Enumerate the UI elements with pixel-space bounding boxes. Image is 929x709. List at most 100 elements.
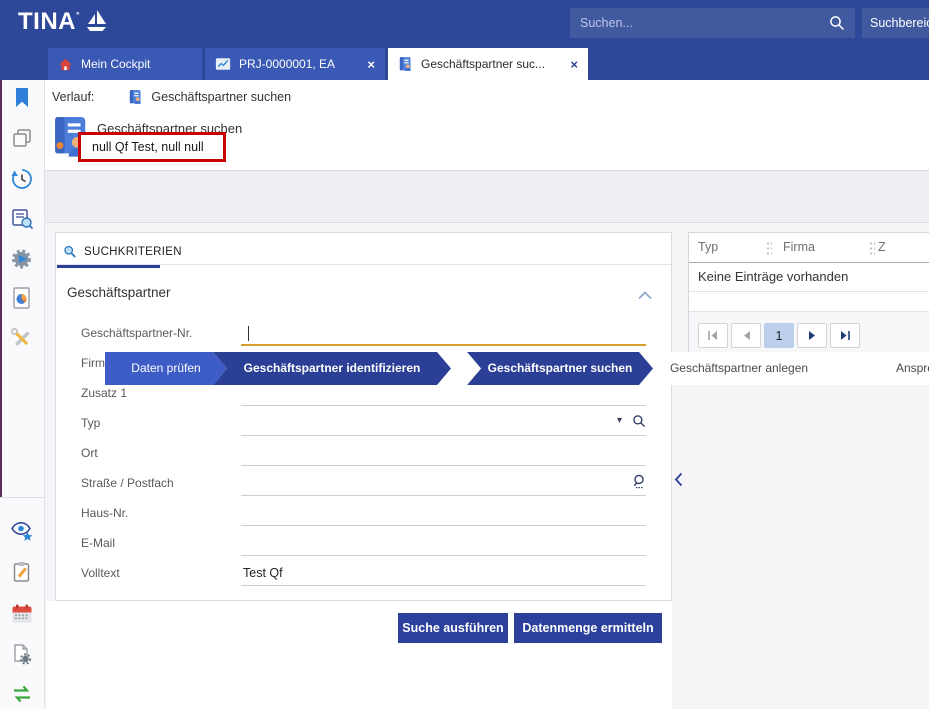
previous-page-button[interactable]: [731, 323, 761, 348]
ort-input[interactable]: [241, 439, 646, 466]
chart-icon: [215, 57, 231, 71]
form-row: Typ ▾: [81, 409, 646, 437]
tab-geschaeftspartner-suchen[interactable]: Geschäftspartner suc... ×: [388, 48, 588, 80]
step-geschaeftspartner-identifizieren[interactable]: Geschäftspartner identifizieren: [213, 352, 451, 385]
document-settings-icon: [10, 642, 34, 666]
volltext-input[interactable]: Test Qf: [241, 559, 646, 586]
sidebar-item-tools[interactable]: [10, 327, 34, 351]
address-search-icon[interactable]: [632, 474, 646, 489]
tab-bar: Mein Cockpit PRJ-0000001, EA ×: [0, 48, 929, 80]
field-label: Straße / Postfach: [81, 476, 174, 490]
column-header-z[interactable]: Z: [878, 240, 886, 254]
sidebar-item-bookmarks[interactable]: [10, 86, 34, 110]
chevron-up-icon[interactable]: [638, 288, 652, 303]
next-page-icon: [808, 330, 817, 341]
sidebar-item-history[interactable]: [10, 167, 34, 191]
search-scope-button[interactable]: Suchbereich: [862, 8, 929, 38]
sidebar-item-notes[interactable]: [10, 560, 34, 584]
breadcrumb: Verlauf: Geschäftspartner suchen: [52, 89, 291, 105]
collapse-panel-button[interactable]: [674, 472, 683, 492]
form-row: Geschäftspartner-Nr.: [81, 319, 646, 347]
breadcrumb-item[interactable]: Geschäftspartner suchen: [151, 90, 291, 104]
section-geschaeftspartner[interactable]: Geschäftspartner: [67, 285, 660, 307]
datenmenge-ermitteln-button[interactable]: Datenmenge ermitteln: [514, 613, 662, 643]
column-header-typ[interactable]: Typ: [698, 240, 718, 254]
sidebar-divider: [0, 497, 45, 498]
tab-label: PRJ-0000001, EA: [239, 57, 335, 71]
sidebar-item-search-list[interactable]: [10, 207, 34, 231]
search-criteria-panel: SUCHKRITERIEN Geschäftspartner Geschäfts…: [55, 232, 672, 601]
tab-prj-0000001[interactable]: PRJ-0000001, EA ×: [205, 48, 385, 80]
logo-mark: °: [76, 10, 80, 20]
watchlist-icon: [10, 519, 34, 543]
last-page-icon: [839, 330, 851, 341]
close-icon[interactable]: ×: [355, 57, 375, 72]
field-label: Ort: [81, 446, 98, 460]
sidebar-item-calendar[interactable]: [10, 602, 34, 626]
sidebar-item-pages[interactable]: [10, 127, 34, 151]
last-page-button[interactable]: [830, 323, 860, 348]
chevron-left-icon: [674, 472, 683, 487]
current-page-button[interactable]: 1: [764, 323, 794, 348]
field-label: Haus-Nr.: [81, 506, 128, 520]
step-geschaeftspartner-anlegen[interactable]: Geschäftspartner anlegen: [639, 352, 839, 385]
app-header: TINA° Suchbereich: [0, 0, 929, 48]
tab-suchkriterien-label: SUCHKRITERIEN: [84, 246, 182, 258]
sidebar-item-report[interactable]: [10, 286, 34, 310]
typ-input[interactable]: [241, 409, 646, 436]
process-steps: Daten prüfen Geschäftspartner identifizi…: [105, 352, 929, 385]
sync-icon: [10, 682, 34, 706]
process-step-strip: Daten prüfen Geschäftspartner identifizi…: [45, 170, 929, 223]
email-input[interactable]: [241, 529, 646, 556]
home-icon: [58, 57, 73, 72]
search-input[interactable]: [570, 16, 829, 30]
field-label: Zusatz 1: [81, 386, 127, 400]
column-resize-handle[interactable]: [869, 241, 875, 256]
breadcrumb-label: Verlauf:: [52, 90, 94, 104]
section-title: Geschäftspartner: [67, 285, 171, 300]
strasse-postfach-input[interactable]: [241, 469, 646, 496]
process-icon: [10, 247, 34, 271]
column-header-firma[interactable]: Firma: [783, 240, 815, 254]
sidebar-item-document-settings[interactable]: [10, 642, 34, 666]
close-icon[interactable]: ×: [558, 57, 578, 72]
business-partner-icon: [128, 89, 143, 105]
tab-label: Geschäftspartner suc...: [421, 57, 545, 71]
sidebar-item-watchlist[interactable]: [10, 519, 34, 543]
step-daten-pruefen[interactable]: Daten prüfen: [105, 352, 227, 385]
form-row: Volltext Test Qf: [81, 559, 646, 587]
global-search: [570, 8, 855, 38]
sailboat-icon: [84, 9, 108, 35]
search-list-icon: [10, 207, 34, 231]
tab-label: Mein Cockpit: [81, 57, 150, 71]
form-row: E-Mail: [81, 529, 646, 557]
step-geschaeftspartner-suchen[interactable]: Geschäftspartner suchen: [467, 352, 653, 385]
tab-suchkriterien[interactable]: SUCHKRITERIEN: [57, 239, 194, 265]
calendar-icon: [10, 602, 34, 626]
sidebar-accent-edge: [0, 80, 2, 497]
field-label: Typ: [81, 416, 100, 430]
text-cursor: [248, 326, 249, 341]
results-panel: Typ Firma Z Keine Einträge vorhanden 1: [688, 232, 929, 357]
column-resize-handle[interactable]: [766, 241, 772, 256]
pagination: 1: [689, 312, 929, 356]
next-page-button[interactable]: [797, 323, 827, 348]
tab-row-border: [56, 264, 671, 265]
sidebar-item-process[interactable]: [10, 247, 34, 271]
geschaeftspartner-nr-input[interactable]: [241, 319, 646, 346]
empty-results-message: Keine Einträge vorhanden: [689, 263, 929, 292]
value-help-search-icon[interactable]: [632, 414, 646, 428]
sidebar-item-sync[interactable]: [10, 682, 34, 706]
bookmark-icon: [10, 86, 34, 110]
haus-nr-input[interactable]: [241, 499, 646, 526]
tab-mein-cockpit[interactable]: Mein Cockpit: [48, 48, 202, 80]
chevron-down-icon[interactable]: ▾: [617, 416, 622, 426]
form-row: Haus-Nr.: [81, 499, 646, 527]
search-icon[interactable]: [829, 15, 845, 31]
field-label: E-Mail: [81, 536, 115, 550]
previous-page-icon: [742, 330, 751, 341]
suche-ausfuehren-button[interactable]: Suche ausführen: [398, 613, 508, 643]
first-page-button[interactable]: [698, 323, 728, 348]
form-row: Ort: [81, 439, 646, 467]
application-window: TINA° Suchbereich: [0, 0, 929, 709]
